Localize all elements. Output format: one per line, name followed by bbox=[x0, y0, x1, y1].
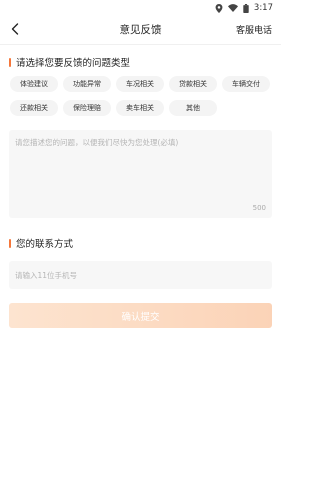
contact-heading: 您的联系方式 bbox=[0, 236, 281, 250]
issue-type-chips: 体验建议 功能异常 车况相关 贷款相关 车辆交付 还款相关 保险理赔 卖车相关 … bbox=[0, 76, 281, 116]
chip-other[interactable]: 其他 bbox=[169, 100, 217, 116]
chevron-left-icon bbox=[11, 23, 19, 35]
status-time: 3:17 bbox=[253, 3, 273, 13]
feedback-placeholder: 请您描述您的问题，以便我们尽快为您处理(必填) bbox=[15, 138, 179, 147]
contact-heading-text: 您的联系方式 bbox=[16, 239, 74, 250]
phone-input[interactable]: 请输入11位手机号 bbox=[9, 261, 272, 289]
chip-experience-suggestion[interactable]: 体验建议 bbox=[10, 76, 58, 92]
chip-function-error[interactable]: 功能异常 bbox=[63, 76, 111, 92]
back-button[interactable] bbox=[6, 20, 24, 38]
navigation-bar: 意见反馈 客服电话 bbox=[0, 16, 281, 42]
chip-sell-car[interactable]: 卖车相关 bbox=[116, 100, 164, 116]
chip-vehicle-delivery[interactable]: 车辆交付 bbox=[222, 76, 270, 92]
issue-type-heading-text: 请选择您要反馈的问题类型 bbox=[16, 58, 131, 69]
char-counter: 500 bbox=[252, 204, 266, 212]
chip-vehicle-condition[interactable]: 车况相关 bbox=[116, 76, 164, 92]
accent-bar bbox=[9, 57, 11, 67]
chip-insurance-claim[interactable]: 保险理赔 bbox=[63, 100, 111, 116]
customer-service-phone-link[interactable]: 客服电话 bbox=[236, 23, 272, 36]
status-bar: 3:17 bbox=[0, 0, 281, 16]
battery-icon bbox=[243, 3, 249, 13]
chip-repayment[interactable]: 还款相关 bbox=[10, 100, 58, 116]
submit-button[interactable]: 确认提交 bbox=[9, 303, 272, 328]
location-icon bbox=[215, 3, 223, 13]
nav-divider bbox=[0, 44, 281, 45]
wifi-icon bbox=[227, 4, 238, 12]
page-title: 意见反馈 bbox=[119, 23, 162, 36]
issue-type-heading: 请选择您要反馈的问题类型 bbox=[0, 55, 281, 69]
accent-bar bbox=[9, 238, 11, 248]
feedback-textarea[interactable]: 请您描述您的问题，以便我们尽快为您处理(必填) 500 bbox=[9, 130, 272, 218]
chip-loan[interactable]: 贷款相关 bbox=[169, 76, 217, 92]
